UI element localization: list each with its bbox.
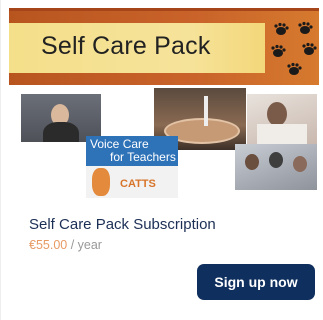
photo-group-meeting [235, 144, 317, 190]
price-line: €55.00 / year [29, 238, 102, 252]
product-card: Self Care Pack Voice Care for Teachers C… [0, 0, 323, 320]
paw-print-icon [271, 21, 317, 75]
product-banner: Self Care Pack [9, 8, 319, 85]
voice-care-line2: for Teachers [110, 150, 176, 164]
catts-logo: CATTS [120, 178, 156, 190]
voice-care-card: Voice Care for Teachers CATTS [86, 136, 178, 198]
price-period: / year [67, 238, 102, 252]
product-image-collage: Voice Care for Teachers CATTS [9, 88, 319, 198]
voice-care-heading: Voice Care for Teachers [86, 136, 178, 166]
paw-print-icon-cluster [269, 21, 319, 79]
price-value: €55.00 [29, 238, 68, 252]
voice-care-body: CATTS [86, 166, 178, 198]
video-thumbnail-presenter [21, 94, 101, 142]
sign-up-button[interactable]: Sign up now [197, 264, 315, 300]
banner-inner-panel: Self Care Pack [9, 23, 265, 73]
banner-title: Self Care Pack [41, 32, 211, 60]
product-title[interactable]: Self Care Pack Subscription [29, 216, 216, 233]
photo-woman-relaxing [247, 94, 317, 144]
